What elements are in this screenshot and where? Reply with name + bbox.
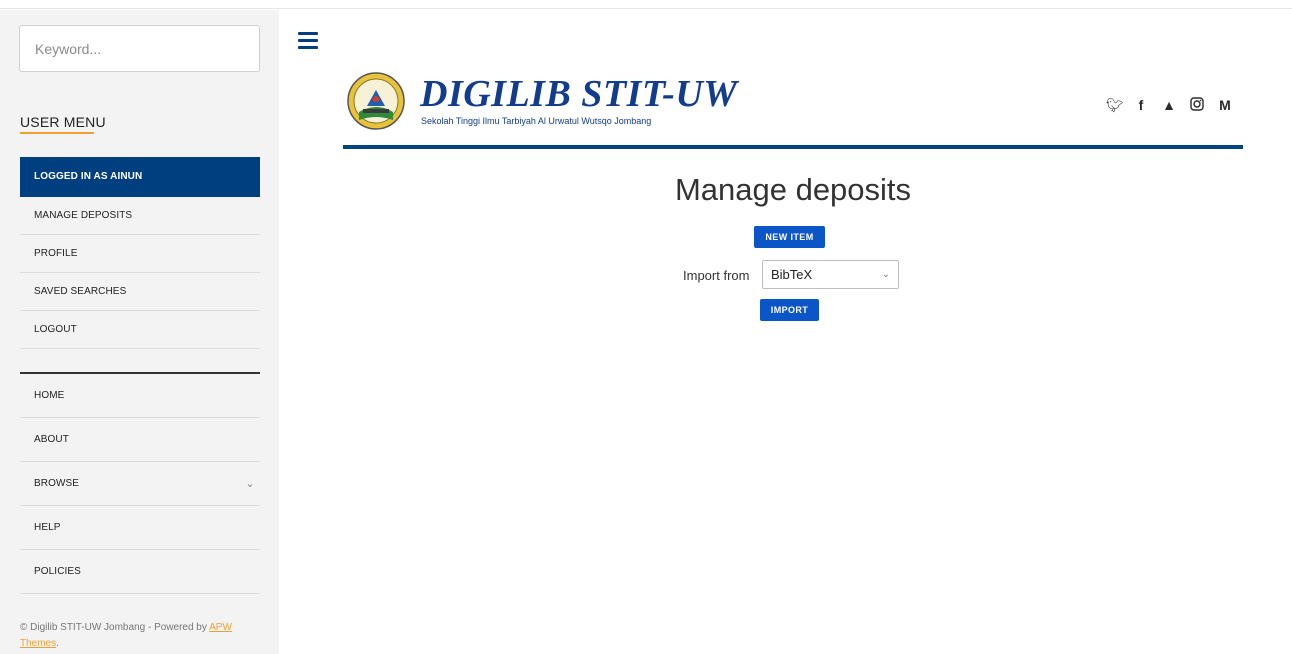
header-divider <box>343 145 1243 149</box>
instagram-icon[interactable] <box>1190 96 1204 114</box>
import-format-value: BibTeX <box>771 267 813 282</box>
user-menu-heading: USER MENU <box>20 114 106 130</box>
sidebar-footer: © Digilib STIT-UW Jombang - Powered by A… <box>20 620 265 652</box>
new-item-button[interactable]: NEW ITEM <box>754 226 825 248</box>
twitter-icon[interactable]: 🐦︎ <box>1106 97 1124 114</box>
page-title: Manage deposits <box>674 172 912 207</box>
hamburger-menu-icon[interactable] <box>298 32 318 50</box>
search-area <box>0 10 279 90</box>
brand-subtitle: Sekolah Tinggi Ilmu Tarbiyah Al Urwatul … <box>421 116 652 126</box>
sidebar-item-saved-searches[interactable]: SAVED SEARCHES <box>20 273 260 311</box>
chevron-down-icon: ⌄ <box>881 269 890 280</box>
footer-end: . <box>56 638 59 649</box>
sidebar-item-home[interactable]: HOME <box>20 374 260 418</box>
heading-underline <box>20 132 94 134</box>
import-button[interactable]: IMPORT <box>760 299 819 321</box>
import-format-select[interactable]: BibTeX ⌄ <box>762 260 899 289</box>
top-border <box>0 0 1292 9</box>
sidebar-item-logout[interactable]: LOGOUT <box>20 311 260 349</box>
sidebar-item-profile[interactable]: PROFILE <box>20 235 260 273</box>
chevron-down-icon[interactable]: ⌄ <box>242 462 258 506</box>
footer-text: © Digilib STIT-UW Jombang - Powered by <box>20 622 210 633</box>
sidebar-item-manage-deposits[interactable]: MANAGE DEPOSITS <box>20 197 260 235</box>
sidebar-item-help[interactable]: HELP <box>20 506 260 550</box>
logo <box>345 68 405 134</box>
sidebar: USER MENU LOGGED IN AS AINUN MANAGE DEPO… <box>0 10 279 654</box>
facebook-icon[interactable]: f <box>1134 97 1148 113</box>
search-input[interactable] <box>19 25 260 72</box>
sidebar-item-browse-label: BROWSE <box>34 478 80 489</box>
brand-title[interactable]: DIGILIB STIT-UW <box>420 74 738 114</box>
sidebar-item-browse[interactable]: BROWSE ⌄ <box>20 462 260 506</box>
medium-icon[interactable]: M <box>1218 97 1232 113</box>
snapchat-icon[interactable]: ▲ <box>1162 97 1176 113</box>
sidebar-item-about[interactable]: ABOUT <box>20 418 260 462</box>
sidebar-item-policies[interactable]: POLICIES <box>20 550 260 594</box>
logged-in-indicator: LOGGED IN AS AINUN <box>20 157 260 197</box>
social-links: 🐦︎ f ▲ M <box>1106 96 1232 114</box>
import-from-label: Import from <box>683 268 750 283</box>
